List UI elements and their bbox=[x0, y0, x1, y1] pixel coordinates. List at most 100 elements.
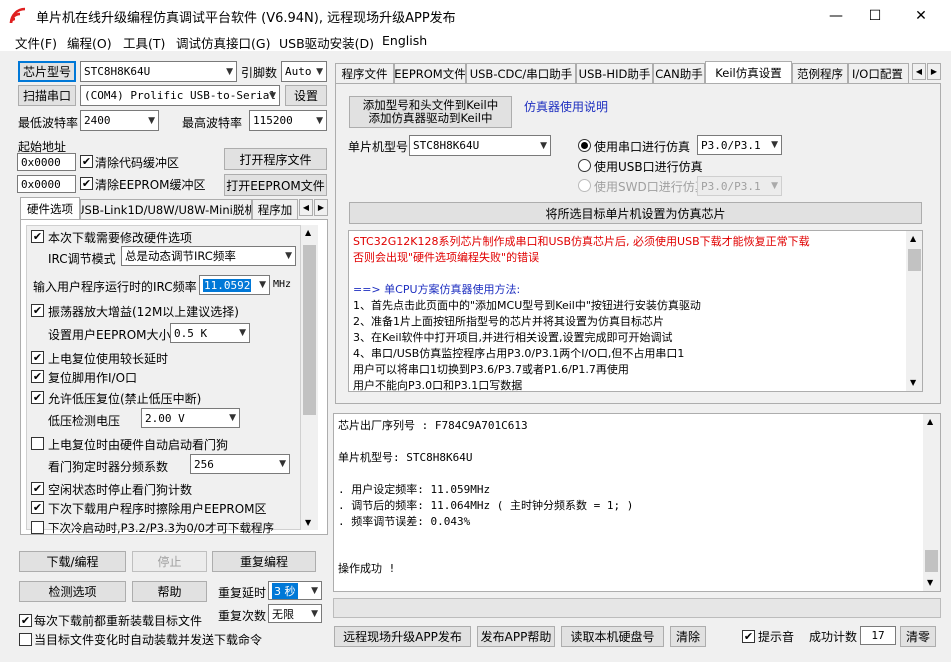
chip-model-button[interactable]: 芯片型号 bbox=[18, 61, 76, 82]
open-eeprom-file-button[interactable]: 打开EEPROM文件 bbox=[224, 174, 327, 196]
cold-start-checkbox[interactable] bbox=[31, 521, 44, 534]
log-line: 单片机型号: STC8H8K64U bbox=[338, 451, 473, 464]
tab-eeprom-file[interactable]: EEPROM文件 bbox=[394, 63, 466, 83]
publish-app-help-button[interactable]: 发布APP帮助 bbox=[477, 626, 555, 647]
scan-port-button[interactable]: 扫描串口 bbox=[18, 85, 76, 106]
serial-emulation-radio[interactable] bbox=[578, 139, 591, 152]
reset-pin-io-checkbox[interactable]: ✔ bbox=[31, 370, 44, 383]
clear-log-button[interactable]: 清除 bbox=[670, 626, 706, 647]
eeprom-size-select[interactable]: 0.5 K ▼ bbox=[170, 323, 250, 343]
low-volt-select[interactable]: 2.00 V ▼ bbox=[141, 408, 240, 428]
clear-code-checkbox[interactable]: ✔ bbox=[80, 155, 93, 168]
irc-frequency-select[interactable]: 11.0592 ▼ bbox=[199, 275, 270, 295]
repeat-delay-select[interactable]: 3 秒 ▼ bbox=[268, 581, 322, 600]
tab-usb-hid[interactable]: USB-HID助手 bbox=[576, 63, 653, 83]
chevron-down-icon: ▼ bbox=[771, 140, 778, 150]
log-scrollbar[interactable]: ▲ ▼ bbox=[923, 414, 940, 591]
tab-scroll-left-icon[interactable]: ◀ bbox=[299, 199, 313, 216]
tab-examples[interactable]: 范例程序 bbox=[792, 63, 848, 83]
menu-program[interactable]: 编程(O) bbox=[67, 33, 112, 52]
scroll-up-icon[interactable]: ▲ bbox=[910, 234, 916, 243]
scrollbar-thumb[interactable] bbox=[908, 249, 921, 271]
tab-scroll-right-icon[interactable]: ▶ bbox=[927, 63, 941, 80]
menu-bar: 文件(F) 编程(O) 工具(T) 调试仿真接口(G) USB驱动安装(D) E… bbox=[0, 31, 951, 51]
idle-stop-wdt-checkbox[interactable]: ✔ bbox=[31, 482, 44, 495]
tab-program-file[interactable]: 程序文件 bbox=[335, 63, 394, 83]
tab-can-helper[interactable]: CAN助手 bbox=[653, 63, 705, 83]
wdt-divider-select[interactable]: 256 ▼ bbox=[190, 454, 290, 474]
tab-usb-cdc-serial[interactable]: USB-CDC/串口助手 bbox=[466, 63, 576, 83]
tab-usb-link[interactable]: USB-Link1D/U8W/U8W-Mini脱机 bbox=[80, 199, 252, 219]
chip-model-select[interactable]: STC8H8K64U ▼ bbox=[80, 61, 237, 82]
irc-mode-value: 总是动态调节IRC频率 bbox=[125, 249, 236, 263]
menu-english[interactable]: English bbox=[382, 33, 427, 48]
tab-scroll-right-icon[interactable]: ▶ bbox=[314, 199, 328, 216]
modify-options-checkbox[interactable]: ✔ bbox=[31, 230, 44, 243]
idle-stop-wdt-label: 空闲状态时停止看门狗计数 bbox=[48, 483, 193, 497]
scrollbar-thumb[interactable] bbox=[925, 550, 938, 572]
help-button[interactable]: 帮助 bbox=[132, 581, 207, 602]
auto-load-checkbox[interactable] bbox=[19, 633, 32, 646]
menu-debug-interface[interactable]: 调试仿真接口(G) bbox=[176, 33, 270, 52]
stop-button[interactable]: 停止 bbox=[132, 551, 207, 572]
scroll-down-icon[interactable]: ▼ bbox=[305, 518, 311, 527]
max-baud-label: 最高波特率 bbox=[182, 116, 243, 130]
scrollbar-thumb[interactable] bbox=[303, 245, 316, 415]
swd-port-pins-select[interactable]: P3.0/P3.1 ▼ bbox=[697, 176, 782, 196]
set-emulator-chip-button[interactable]: 将所选目标单片机设置为仿真芯片 bbox=[349, 202, 922, 224]
info-scrollbar[interactable]: ▲ ▼ bbox=[906, 231, 922, 391]
scroll-up-icon[interactable]: ▲ bbox=[927, 417, 933, 426]
pin-count-select[interactable]: Auto ▼ bbox=[281, 61, 327, 82]
hardware-options-scrollbar[interactable]: ▲ ▼ bbox=[301, 225, 318, 530]
reset-pin-io-label: 复位脚用作I/O口 bbox=[48, 371, 138, 385]
clear-eeprom-checkbox[interactable]: ✔ bbox=[80, 177, 93, 190]
serial-port-pins-select[interactable]: P3.0/P3.1 ▼ bbox=[697, 135, 782, 155]
scroll-down-icon[interactable]: ▼ bbox=[910, 378, 916, 387]
reload-target-checkbox[interactable]: ✔ bbox=[19, 614, 32, 627]
irc-mode-select[interactable]: 总是动态调节IRC频率 ▼ bbox=[121, 246, 296, 266]
code-start-address-input[interactable]: 0x0000 bbox=[17, 153, 76, 171]
mcu-model-select[interactable]: STC8H8K64U ▼ bbox=[409, 135, 551, 156]
menu-tools[interactable]: 工具(T) bbox=[123, 33, 165, 52]
eeprom-start-address-input[interactable]: 0x0000 bbox=[17, 175, 76, 193]
low-volt-reset-checkbox[interactable]: ✔ bbox=[31, 391, 44, 404]
irc-mode-label: IRC调节模式 bbox=[48, 252, 116, 266]
detect-options-button[interactable]: 检测选项 bbox=[19, 581, 126, 602]
wdt-divider-label: 看门狗定时器分频系数 bbox=[48, 460, 169, 474]
tab-program-encrypt[interactable]: 程序加 bbox=[252, 199, 298, 219]
output-log-textbox[interactable]: 芯片出厂序列号 : F784C9A701C613 单片机型号: STC8H8K6… bbox=[333, 413, 941, 592]
settings-button[interactable]: 设置 bbox=[285, 85, 327, 106]
menu-file[interactable]: 文件(F) bbox=[15, 33, 57, 52]
open-program-file-button[interactable]: 打开程序文件 bbox=[224, 148, 327, 170]
remote-upgrade-button[interactable]: 远程现场升级APP发布 bbox=[334, 626, 471, 647]
min-baud-select[interactable]: 2400 ▼ bbox=[80, 110, 159, 131]
eeprom-size-label: 设置用户EEPROM大小 bbox=[48, 328, 171, 342]
add-to-keil-button[interactable]: 添加型号和头文件到Keil中 添加仿真器驱动到Keil中 bbox=[349, 96, 512, 128]
max-baud-select[interactable]: 115200 ▼ bbox=[249, 110, 327, 131]
power-delay-checkbox[interactable]: ✔ bbox=[31, 351, 44, 364]
read-disk-serial-button[interactable]: 读取本机硬盘号 bbox=[561, 626, 664, 647]
swd-emulation-radio[interactable] bbox=[578, 179, 591, 192]
reset-count-button[interactable]: 清零 bbox=[900, 626, 936, 647]
scroll-up-icon[interactable]: ▲ bbox=[305, 228, 311, 237]
emulator-help-link[interactable]: 仿真器使用说明 bbox=[524, 98, 608, 115]
emulator-info-textbox[interactable]: STC32G12K128系列芯片制作成串口和USB仿真芯片后, 必须使用USB下… bbox=[348, 230, 923, 392]
tab-io-config[interactable]: I/O口配置 bbox=[848, 63, 909, 83]
beep-checkbox[interactable]: ✔ bbox=[742, 630, 755, 643]
port-select[interactable]: (COM4) Prolific USB-to-Serial ▼ bbox=[80, 85, 280, 106]
repeat-program-button[interactable]: 重复编程 bbox=[212, 551, 316, 572]
repeat-count-select[interactable]: 无限 ▼ bbox=[268, 604, 322, 623]
usb-emulation-radio[interactable] bbox=[578, 159, 591, 172]
scroll-down-icon[interactable]: ▼ bbox=[927, 578, 933, 587]
osc-gain-checkbox[interactable]: ✔ bbox=[31, 304, 44, 317]
download-program-button[interactable]: 下载/编程 bbox=[19, 551, 126, 572]
erase-eeprom-label: 下次下载用户程序时擦除用户EEPROM区 bbox=[48, 502, 267, 516]
wdt-start-checkbox[interactable] bbox=[31, 437, 44, 450]
menu-usb-driver[interactable]: USB驱动安装(D) bbox=[279, 33, 374, 52]
tab-hardware-options[interactable]: 硬件选项 bbox=[20, 197, 80, 219]
tab-scroll-left-icon[interactable]: ◀ bbox=[912, 63, 926, 80]
maximize-button[interactable]: ☐ bbox=[852, 0, 898, 31]
close-button[interactable]: ✕ bbox=[898, 0, 944, 31]
erase-eeprom-checkbox[interactable]: ✔ bbox=[31, 501, 44, 514]
tab-keil-emulation[interactable]: Keil仿真设置 bbox=[705, 61, 792, 83]
